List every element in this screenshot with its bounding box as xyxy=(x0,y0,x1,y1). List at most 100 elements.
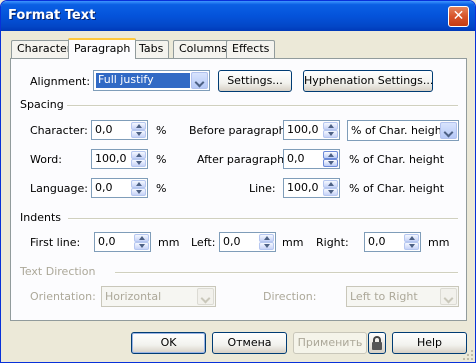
left-indent-stepper[interactable] xyxy=(259,234,274,250)
resize-grip-icon[interactable] xyxy=(461,348,473,360)
left-indent-value: 0,0 xyxy=(223,235,241,248)
language-spacing-unit: % xyxy=(156,182,167,195)
character-spacing-stepper[interactable] xyxy=(131,122,146,138)
right-indent-value: 0,0 xyxy=(368,235,386,248)
orientation-value: Horizontal xyxy=(105,290,162,303)
line-spacing-label: Line: xyxy=(249,182,276,195)
character-spacing-value: 0,0 xyxy=(95,123,113,136)
spacing-section-title: Spacing xyxy=(20,98,64,111)
word-spacing-stepper[interactable] xyxy=(131,151,146,167)
chevron-down-icon[interactable] xyxy=(191,72,208,89)
left-indent-input[interactable]: 0,0 xyxy=(219,232,276,252)
chevron-down-icon[interactable] xyxy=(134,242,149,250)
first-line-indent-input[interactable]: 0,0 xyxy=(94,232,151,252)
chevron-down-icon[interactable] xyxy=(323,159,338,167)
lock-button[interactable] xyxy=(368,332,386,354)
character-spacing-label: Character: xyxy=(30,124,88,137)
spacing-divider xyxy=(67,105,458,107)
alignment-value: Full justify xyxy=(96,73,190,88)
direction-select[interactable]: Left to Right xyxy=(346,286,459,307)
line-spacing-value: 100,0 xyxy=(287,181,319,194)
after-paragraph-label: After paragraph: xyxy=(197,153,288,166)
title-bar[interactable]: Format Text ✕ xyxy=(1,1,475,31)
chevron-up-icon[interactable] xyxy=(259,234,274,242)
before-paragraph-label: Before paragraph: xyxy=(189,124,290,137)
word-spacing-input[interactable]: 100,0 xyxy=(91,149,148,169)
paragraph-tab-panel: Alignment: Full justify Settings... Hyph… xyxy=(10,58,467,321)
chevron-down-icon[interactable] xyxy=(440,288,457,305)
right-indent-stepper[interactable] xyxy=(404,234,419,250)
alignment-select[interactable]: Full justify xyxy=(93,70,210,91)
after-paragraph-value: 0,0 xyxy=(287,152,305,165)
language-spacing-label: Language: xyxy=(30,182,88,195)
chevron-up-icon[interactable] xyxy=(404,234,419,242)
chevron-down-icon[interactable] xyxy=(131,188,146,196)
character-spacing-input[interactable]: 0,0 xyxy=(91,120,148,140)
before-paragraph-stepper[interactable] xyxy=(323,122,338,138)
first-line-indent-stepper[interactable] xyxy=(134,234,149,250)
word-spacing-unit: % xyxy=(156,153,167,166)
orientation-label: Orientation: xyxy=(30,290,96,303)
chevron-down-icon[interactable] xyxy=(440,122,457,139)
chevron-down-icon[interactable] xyxy=(404,242,419,250)
chevron-up-icon[interactable] xyxy=(323,180,338,188)
chevron-up-icon[interactable] xyxy=(131,151,146,159)
settings-button[interactable]: Settings... xyxy=(218,70,292,92)
chevron-up-icon[interactable] xyxy=(131,180,146,188)
language-spacing-stepper[interactable] xyxy=(131,180,146,196)
hyphenation-settings-button[interactable]: Hyphenation Settings... xyxy=(303,70,433,92)
text-direction-divider xyxy=(115,272,458,274)
close-icon: ✕ xyxy=(452,8,465,24)
tab-effects[interactable]: Effects xyxy=(226,40,276,58)
line-spacing-stepper[interactable] xyxy=(323,180,338,196)
dialog-title: Format Text xyxy=(8,8,96,23)
cancel-button[interactable]: Отмена xyxy=(212,332,287,354)
after-paragraph-stepper[interactable] xyxy=(323,151,338,167)
chevron-up-icon[interactable] xyxy=(131,122,146,130)
after-paragraph-input[interactable]: 0,0 xyxy=(283,149,340,169)
before-paragraph-unit-select[interactable]: % of Char. height xyxy=(347,120,459,141)
tab-tabs[interactable]: Tabs xyxy=(133,40,170,58)
chevron-down-icon[interactable] xyxy=(197,288,214,305)
left-indent-label: Left: xyxy=(191,236,216,249)
chevron-down-icon[interactable] xyxy=(259,242,274,250)
word-spacing-label: Word: xyxy=(30,153,62,166)
orientation-select[interactable]: Horizontal xyxy=(101,286,216,307)
tab-paragraph[interactable]: Paragraph xyxy=(68,38,137,59)
close-button[interactable]: ✕ xyxy=(448,6,469,27)
chevron-down-icon[interactable] xyxy=(131,159,146,167)
left-indent-unit: mm xyxy=(282,236,304,249)
format-text-dialog: Format Text ✕ Character Paragraph Tabs C… xyxy=(0,0,476,363)
chevron-up-icon[interactable] xyxy=(323,122,338,130)
tab-columns[interactable]: Columns xyxy=(173,40,233,58)
text-direction-section-title: Text Direction xyxy=(20,265,96,278)
help-button[interactable]: Help xyxy=(392,332,467,354)
direction-value: Left to Right xyxy=(350,290,418,303)
chevron-down-icon[interactable] xyxy=(323,130,338,138)
first-line-indent-value: 0,0 xyxy=(98,235,116,248)
word-spacing-value: 100,0 xyxy=(95,152,127,165)
before-paragraph-unit-value: % of Char. height xyxy=(351,124,447,137)
chevron-down-icon[interactable] xyxy=(323,188,338,196)
character-spacing-unit: % xyxy=(156,124,167,137)
apply-button[interactable]: Применить xyxy=(293,332,367,354)
language-spacing-input[interactable]: 0,0 xyxy=(91,178,148,198)
first-line-indent-unit: mm xyxy=(158,236,180,249)
alignment-label: Alignment: xyxy=(30,75,91,88)
chevron-up-icon[interactable] xyxy=(134,234,149,242)
indents-divider xyxy=(68,218,458,220)
direction-label: Direction: xyxy=(263,290,317,303)
after-paragraph-unit: % of Char. height xyxy=(349,153,445,166)
before-paragraph-value: 100,0 xyxy=(287,123,319,136)
line-spacing-unit: % of Char. height xyxy=(349,182,445,195)
right-indent-input[interactable]: 0,0 xyxy=(364,232,421,252)
first-line-indent-label: First line: xyxy=(30,236,81,249)
right-indent-label: Right: xyxy=(316,236,349,249)
language-spacing-value: 0,0 xyxy=(95,181,113,194)
indents-section-title: Indents xyxy=(20,211,61,224)
chevron-up-icon[interactable] xyxy=(323,151,338,159)
before-paragraph-input[interactable]: 100,0 xyxy=(283,120,340,140)
ok-button[interactable]: OK xyxy=(131,332,206,354)
chevron-down-icon[interactable] xyxy=(131,130,146,138)
line-spacing-input[interactable]: 100,0 xyxy=(283,178,340,198)
